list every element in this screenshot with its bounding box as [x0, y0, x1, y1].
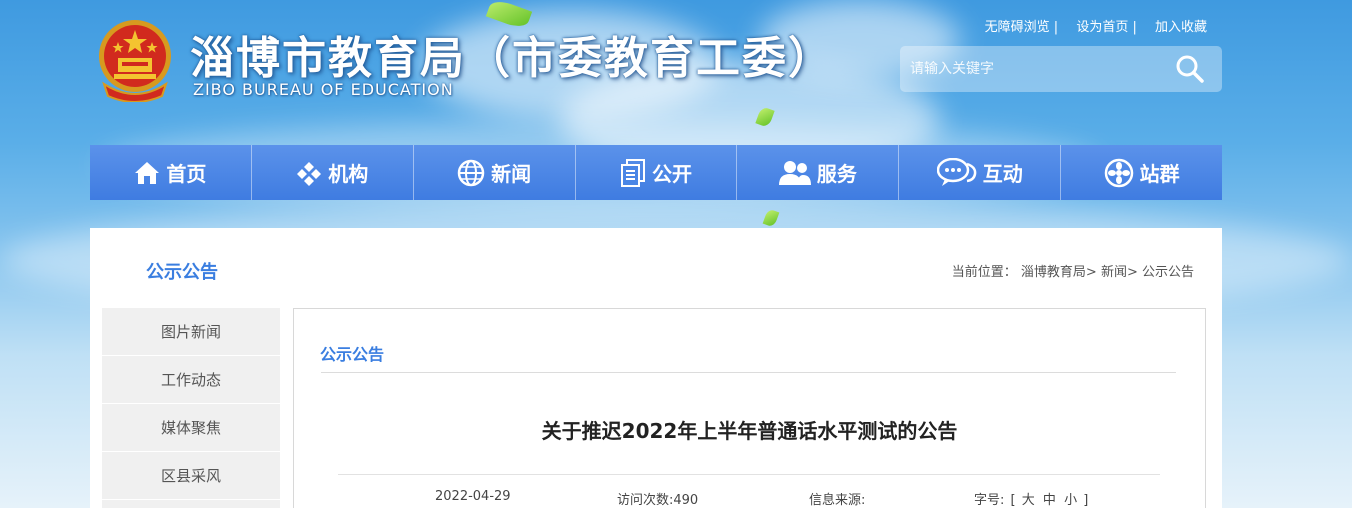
- site-header: 淄博市教育局（市委教育工委） ZIBO BUREAU OF EDUCATION …: [0, 0, 1352, 145]
- sidebar-item-work-updates[interactable]: 工作动态: [102, 356, 280, 404]
- search-box: [900, 46, 1222, 92]
- sidebar-item-media-focus[interactable]: 媒体聚焦: [102, 404, 280, 452]
- sidebar-item-more: [102, 500, 280, 508]
- breadcrumb: 当前位置： 淄博教育局> 新闻> 公示公告: [952, 261, 1194, 280]
- add-favorite-link[interactable]: 加入收藏: [1155, 20, 1207, 35]
- set-homepage-link[interactable]: 设为首页 |: [1076, 20, 1137, 35]
- main-panel: 公示公告 当前位置： 淄博教育局> 新闻> 公示公告 图片新闻 工作动态 媒体聚…: [90, 228, 1222, 508]
- section-title: 公示公告: [146, 262, 218, 283]
- nav-item-home[interactable]: 首页: [90, 145, 252, 200]
- chat-icon: [936, 157, 977, 186]
- org-icon: [297, 161, 322, 186]
- article-date: 2022-04-29: [435, 489, 511, 504]
- nav-item-interact[interactable]: 互动: [899, 145, 1062, 200]
- nav-item-org[interactable]: 机构: [252, 145, 414, 200]
- divider: [321, 372, 1176, 373]
- font-size-medium-button[interactable]: 中: [1043, 493, 1056, 508]
- nav-item-service[interactable]: 服务: [737, 145, 900, 200]
- article-source: 信息来源:: [809, 493, 866, 508]
- site-title: 淄博市教育局（市委教育工委）: [190, 33, 834, 84]
- nav-label: 互动: [982, 162, 1023, 186]
- national-emblem-icon: [99, 20, 171, 102]
- nav-label: 新闻: [491, 162, 532, 186]
- font-size-bracket: ]: [1083, 493, 1089, 508]
- accessibility-link[interactable]: 无障碍浏览 |: [985, 20, 1059, 35]
- sidebar: 图片新闻 工作动态 媒体聚焦 区县采风: [102, 308, 280, 508]
- article-panel: 公示公告 关于推迟2022年上半年普通话水平测试的公告 2022-04-29 访…: [293, 308, 1206, 508]
- nav-label: 机构: [328, 162, 369, 186]
- nav-item-sites[interactable]: 站群: [1061, 145, 1222, 200]
- font-size-bracket: [: [1010, 493, 1016, 508]
- breadcrumb-item[interactable]: 淄博教育局>: [1021, 265, 1097, 280]
- nav-label: 服务: [816, 162, 857, 186]
- sites-icon: [1104, 158, 1133, 187]
- font-size-large-button[interactable]: 大: [1022, 493, 1035, 508]
- home-icon: [135, 161, 160, 184]
- nav-label: 首页: [166, 162, 207, 186]
- font-size-label: 字号:: [974, 493, 1005, 508]
- article-title: 关于推迟2022年上半年普通话水平测试的公告: [541, 419, 958, 443]
- nav-label: 公开: [652, 162, 692, 186]
- site-subtitle: ZIBO BUREAU OF EDUCATION: [193, 80, 454, 99]
- users-icon: [778, 160, 811, 185]
- top-links: 无障碍浏览 | 设为首页 | 加入收藏: [971, 16, 1207, 35]
- sidebar-item-district-news[interactable]: 区县采风: [102, 452, 280, 500]
- font-size-control: 字号: [ 大 中 小 ]: [974, 489, 1088, 508]
- font-size-small-button[interactable]: 小: [1064, 493, 1077, 508]
- document-icon: [621, 158, 645, 187]
- breadcrumb-item[interactable]: 新闻>: [1101, 265, 1138, 280]
- nav-item-news[interactable]: 新闻: [414, 145, 576, 200]
- article-visits: 访问次数:490: [617, 493, 699, 508]
- breadcrumb-prefix: 当前位置：: [951, 265, 1017, 280]
- globe-icon: [457, 159, 485, 186]
- main-nav: 首页 机构 新闻 公开 服务 互动 站群: [90, 145, 1222, 200]
- sidebar-item-photo-news[interactable]: 图片新闻: [102, 308, 280, 356]
- breadcrumb-item[interactable]: 公示公告: [1142, 265, 1194, 280]
- divider: [338, 474, 1160, 475]
- nav-label: 站群: [1139, 162, 1180, 186]
- nav-item-open[interactable]: 公开: [576, 145, 738, 200]
- search-icon[interactable]: [1174, 54, 1206, 84]
- column-title: 公示公告: [320, 345, 385, 364]
- search-input[interactable]: [910, 56, 1160, 82]
